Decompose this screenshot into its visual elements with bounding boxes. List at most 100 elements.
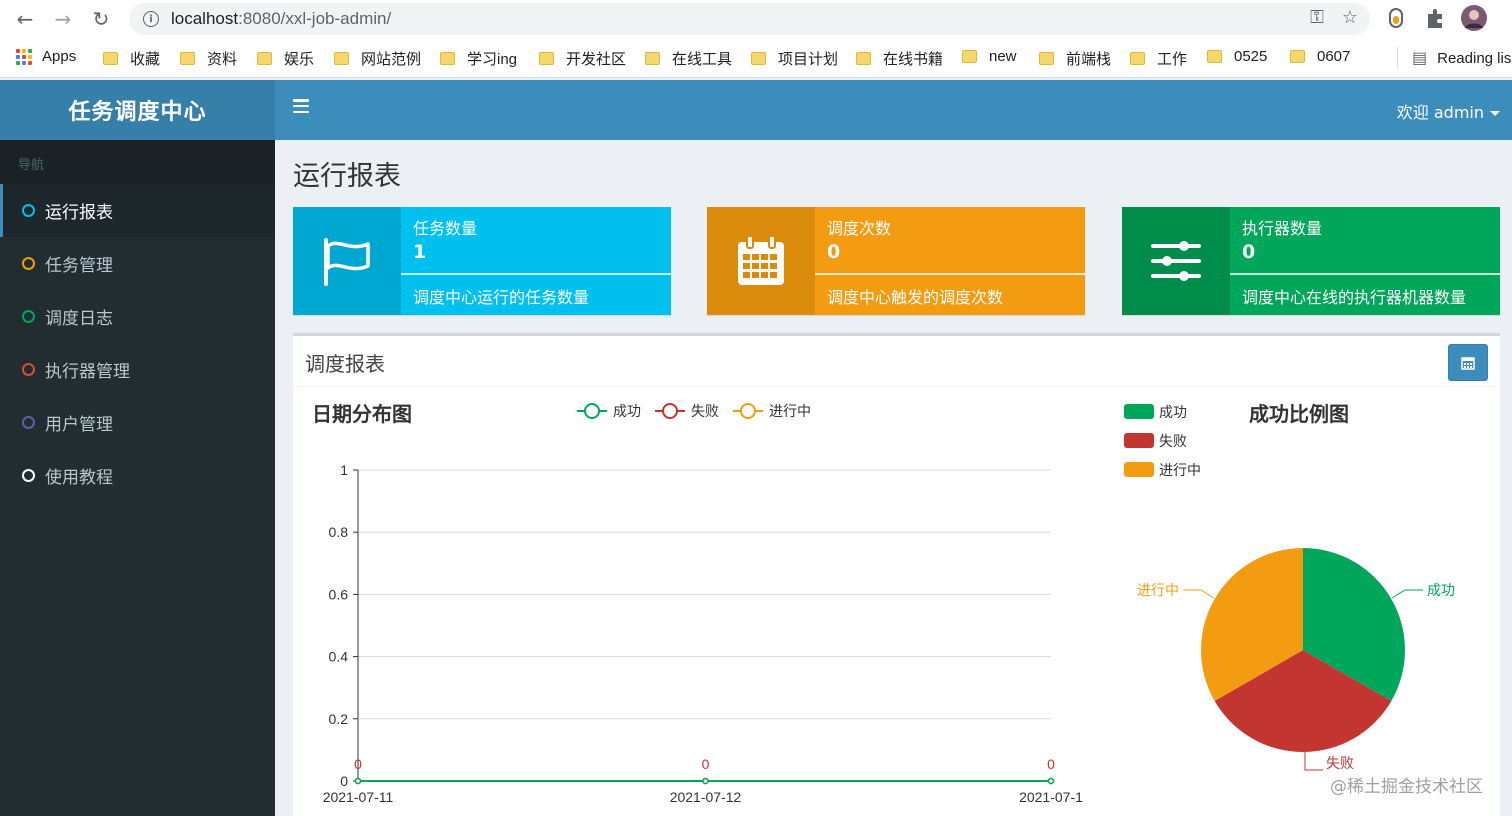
folder-icon	[1290, 50, 1305, 63]
box-divider	[293, 386, 1500, 387]
sidebar-item-users[interactable]: 用户管理	[0, 396, 275, 449]
folder-icon	[856, 52, 871, 65]
sidebar-item-label: 用户管理	[45, 415, 113, 435]
bookmark-label: new	[989, 48, 1017, 65]
circle-icon	[22, 416, 35, 429]
extension-icon[interactable]	[1386, 6, 1406, 30]
url-text: localhost:8080/xxl-job-admin/	[171, 9, 391, 29]
top-navbar: 欢迎 admin	[275, 80, 1512, 140]
flag-icon	[293, 207, 401, 315]
app-logo[interactable]: 任务调度中心	[0, 80, 275, 140]
info-box-triggers: 调度次数 0 调度中心触发的调度次数	[707, 207, 1085, 315]
bookmark-apps[interactable]: Apps	[16, 48, 76, 65]
folder-icon	[180, 52, 195, 65]
sidebar-item-executors[interactable]: 执行器管理	[0, 343, 275, 396]
progress-bar	[815, 273, 1085, 275]
calendar-icon	[1461, 356, 1475, 370]
bookmark-label: 收藏	[130, 51, 161, 68]
progress-bar	[401, 273, 671, 275]
sidebar: 导航 运行报表 任务管理 调度日志 执行器管理 用户管理 使用教程	[0, 140, 275, 816]
folder-icon	[1130, 52, 1145, 65]
watermark: @稀土掘金技术社区	[1330, 777, 1483, 797]
reload-icon[interactable]: ↻	[82, 0, 120, 38]
bookmark-label: 开发社区	[566, 51, 627, 68]
bookmark-folder[interactable]: 工作	[1130, 48, 1187, 69]
sidebar-item-label: 执行器管理	[45, 362, 130, 382]
sidebar-item-jobs[interactable]: 任务管理	[0, 237, 275, 290]
bookmark-label: Apps	[42, 48, 77, 65]
bookmark-label: 在线书籍	[883, 51, 944, 68]
bookmark-label: 娱乐	[284, 51, 315, 68]
info-box-jobs: 任务数量 1 调度中心运行的任务数量	[293, 207, 671, 315]
sidebar-item-help[interactable]: 使用教程	[0, 449, 275, 502]
site-info-icon[interactable]: i	[143, 11, 159, 27]
bookmarks-bar: Apps 收藏 资料 娱乐 网站范例 学习ing 开发社区 在线工具 项目计划 …	[0, 38, 1512, 78]
back-arrow-icon[interactable]: ←	[6, 0, 44, 38]
info-box-description: 调度中心在线的执行器机器数量	[1242, 288, 1467, 307]
info-box-number: 0	[1242, 241, 1256, 263]
bookmark-folder[interactable]: 娱乐	[257, 48, 314, 69]
circle-icon	[22, 204, 35, 217]
puzzle-icon[interactable]	[1424, 6, 1446, 30]
bookmark-folder[interactable]: 网站范例	[334, 48, 421, 69]
sidebar-item-label: 调度日志	[45, 309, 113, 329]
sidebar-item-logs[interactable]: 调度日志	[0, 290, 275, 343]
folder-icon	[103, 52, 118, 65]
report-title: 调度报表	[305, 352, 385, 376]
caret-down-icon	[1490, 111, 1500, 116]
sidebar-item-label: 运行报表	[45, 203, 113, 223]
info-box-description: 调度中心运行的任务数量	[413, 288, 590, 307]
date-range-button[interactable]	[1448, 344, 1488, 381]
bookmark-label: 工作	[1157, 51, 1188, 68]
bookmark-folder[interactable]: 前端栈	[1039, 48, 1111, 69]
bookmark-folder[interactable]: 在线工具	[645, 48, 732, 69]
info-box-label: 任务数量	[413, 219, 478, 238]
bookmark-label: 资料	[207, 51, 238, 68]
sidebar-item-report[interactable]: 运行报表	[0, 184, 275, 237]
bookmark-folder[interactable]: 资料	[180, 48, 237, 69]
info-box-number: 0	[827, 241, 841, 263]
reading-list-icon: ▤	[1412, 50, 1428, 67]
bookmark-folder[interactable]: new	[962, 48, 1017, 65]
bookmark-folder[interactable]: 在线书籍	[856, 48, 943, 69]
reading-list[interactable]: ▤ Reading lis	[1397, 47, 1511, 69]
bookmark-label: 网站范例	[361, 51, 422, 68]
user-menu[interactable]: 欢迎 admin	[1397, 99, 1500, 123]
bookmark-folder[interactable]: 项目计划	[751, 48, 838, 69]
folder-icon	[751, 52, 766, 65]
avatar[interactable]	[1460, 4, 1488, 32]
circle-icon	[22, 310, 35, 323]
circle-icon	[22, 257, 35, 270]
bookmark-folder[interactable]: 0607	[1290, 48, 1350, 65]
folder-icon	[645, 52, 660, 65]
folder-icon	[334, 52, 349, 65]
circle-icon	[22, 363, 35, 376]
user-greeting: 欢迎 admin	[1396, 103, 1484, 122]
bookmark-folder[interactable]: 学习ing	[440, 48, 517, 69]
reading-list-label: Reading lis	[1437, 49, 1512, 67]
menu-toggle-icon[interactable]	[293, 99, 309, 113]
bookmark-label: 前端栈	[1066, 51, 1112, 68]
info-box-label: 调度次数	[827, 219, 892, 238]
folder-icon	[539, 52, 554, 65]
folder-icon	[440, 52, 455, 65]
calendar-icon	[707, 207, 815, 315]
bookmark-folder[interactable]: 0525	[1207, 48, 1267, 65]
address-bar[interactable]: i localhost:8080/xxl-job-admin/ ⚿ ☆	[129, 3, 1370, 35]
folder-icon	[1207, 50, 1222, 63]
info-box-label: 执行器数量	[1242, 219, 1323, 238]
bookmark-label: 0525	[1234, 48, 1268, 65]
info-box-number: 1	[413, 241, 427, 263]
bookmark-label: 学习ing	[467, 51, 518, 68]
folder-icon	[257, 52, 272, 65]
bookmark-label: 在线工具	[672, 51, 733, 68]
bookmark-folder[interactable]: 开发社区	[539, 48, 626, 69]
key-icon[interactable]: ⚿	[1310, 7, 1324, 28]
bookmark-folder[interactable]: 收藏	[103, 48, 160, 69]
apps-grid-icon	[16, 48, 32, 65]
star-icon[interactable]: ☆	[1342, 7, 1358, 28]
url-host: localhost	[171, 9, 239, 28]
forward-arrow-icon[interactable]: →	[44, 0, 82, 38]
sidebar-item-label: 使用教程	[45, 468, 113, 488]
bookmark-label: 项目计划	[778, 51, 839, 68]
